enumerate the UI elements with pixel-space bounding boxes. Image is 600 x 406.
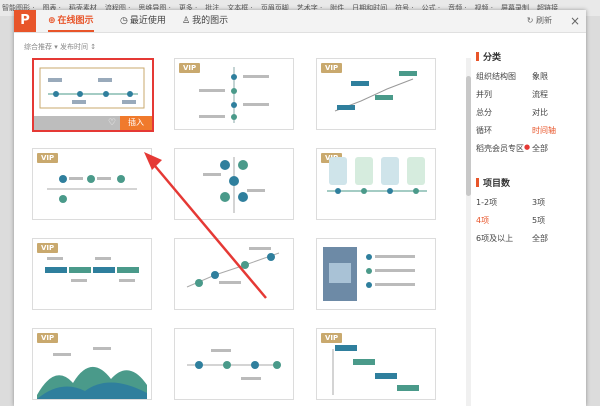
timeline-thumbnail (203, 157, 265, 213)
tab-online-diagrams[interactable]: ⊕ 在线图示 (48, 10, 94, 32)
template-card[interactable]: VIP (32, 148, 152, 220)
template-card[interactable] (174, 238, 294, 310)
filter-count-4-active[interactable]: 4项 (476, 215, 532, 226)
category-filters: 组织结构图 象限 并列 流程 总分 对比 循环 时间轴 稻壳会员专区● 全部 (476, 71, 584, 154)
filter-count-1-2[interactable]: 1-2项 (476, 197, 532, 208)
category-heading: 分类 (476, 50, 584, 63)
document-background (0, 16, 14, 406)
clock-icon: ◷ (120, 16, 128, 26)
diagram-dialog: P ⊕ 在线图示 ◷ 最近使用 ♙ 我的图示 ↻ 刷新 × 综合推荐 ▾ 发布时间 ↕ (14, 10, 586, 406)
count-filters: 1-2项 3项 4项 5项 6项及以上 全部 (476, 197, 584, 244)
grid-scrollbar[interactable] (466, 58, 471, 406)
template-card[interactable] (316, 238, 436, 310)
accent-bar (476, 178, 479, 187)
timeline-thumbnail (47, 175, 137, 203)
dialog-titlebar: P ⊕ 在线图示 ◷ 最近使用 ♙ 我的图示 ↻ 刷新 × (14, 10, 586, 33)
app-logo-icon: P (14, 10, 36, 32)
timeline-thumbnail (37, 347, 147, 399)
filter-timeline-active[interactable]: 时间轴 (532, 125, 582, 136)
timeline-thumbnail (334, 71, 417, 112)
document-background (586, 16, 600, 406)
tab-label: 最近使用 (129, 16, 166, 26)
template-card[interactable]: VIP (316, 58, 436, 130)
template-card[interactable]: VIP (32, 328, 152, 400)
timeline-thumbnail (45, 257, 139, 282)
sort-bar[interactable]: 综合推荐 ▾ 发布时间 ↕ (24, 42, 96, 52)
globe-icon: ⊕ (48, 16, 56, 26)
filter-org-chart[interactable]: 组织结构图 (476, 71, 532, 82)
user-icon: ♙ (182, 16, 191, 26)
tab-recent[interactable]: ◷ 最近使用 (120, 10, 166, 32)
timeline-thumbnail (323, 247, 415, 301)
tab-label: 我的图示 (192, 16, 229, 26)
template-card[interactable]: VIP (32, 238, 152, 310)
count-title: 项目数 (483, 179, 511, 189)
close-button[interactable]: × (570, 10, 580, 32)
template-card[interactable]: VIP (316, 328, 436, 400)
accent-bar (476, 52, 479, 61)
insert-button[interactable]: 插入 (120, 116, 152, 130)
filter-compare[interactable]: 对比 (532, 107, 582, 118)
template-card[interactable]: VIP (174, 58, 294, 130)
filter-member-zone[interactable]: 稻壳会员专区● (476, 143, 532, 154)
template-card[interactable] (174, 148, 294, 220)
filter-count-6-plus[interactable]: 6项及以上 (476, 233, 532, 244)
filter-cycle[interactable]: 循环 (476, 125, 532, 136)
timeline-thumbnail (199, 67, 269, 123)
new-dot-icon: ● (524, 143, 531, 151)
tab-label: 在线图示 (57, 16, 94, 26)
template-card[interactable] (174, 328, 294, 400)
heart-icon[interactable]: ♡ (108, 118, 116, 128)
timeline-thumbnail (186, 247, 280, 288)
filter-label: 稻壳会员专区 (476, 144, 524, 153)
category-title: 分类 (483, 53, 502, 63)
template-card[interactable]: VIP (316, 148, 436, 220)
refresh-button[interactable]: ↻ 刷新 (527, 10, 552, 32)
filter-total-sub[interactable]: 总分 (476, 107, 532, 118)
scrollbar-thumb[interactable] (466, 76, 471, 196)
count-heading: 项目数 (476, 176, 584, 189)
tab-my-diagrams[interactable]: ♙ 我的图示 (182, 10, 228, 32)
filter-all-categories[interactable]: 全部 (532, 143, 582, 154)
timeline-thumbnail (187, 349, 281, 380)
timeline-thumbnail (327, 157, 427, 194)
refresh-icon: ↻ (526, 16, 534, 25)
timeline-thumbnail (332, 345, 419, 395)
filter-quadrant[interactable]: 象限 (532, 71, 582, 82)
filter-count-all[interactable]: 全部 (532, 233, 582, 244)
filter-count-5[interactable]: 5项 (532, 215, 582, 226)
filter-parallel[interactable]: 并列 (476, 89, 532, 100)
filter-count-3[interactable]: 3项 (532, 197, 582, 208)
refresh-label: 刷新 (536, 16, 552, 25)
filter-process[interactable]: 流程 (532, 89, 582, 100)
filter-panel: 分类 组织结构图 象限 并列 流程 总分 对比 循环 时间轴 稻壳会员专区● 全… (476, 50, 584, 244)
template-card-selected[interactable]: ♡ 插入 (32, 58, 154, 132)
